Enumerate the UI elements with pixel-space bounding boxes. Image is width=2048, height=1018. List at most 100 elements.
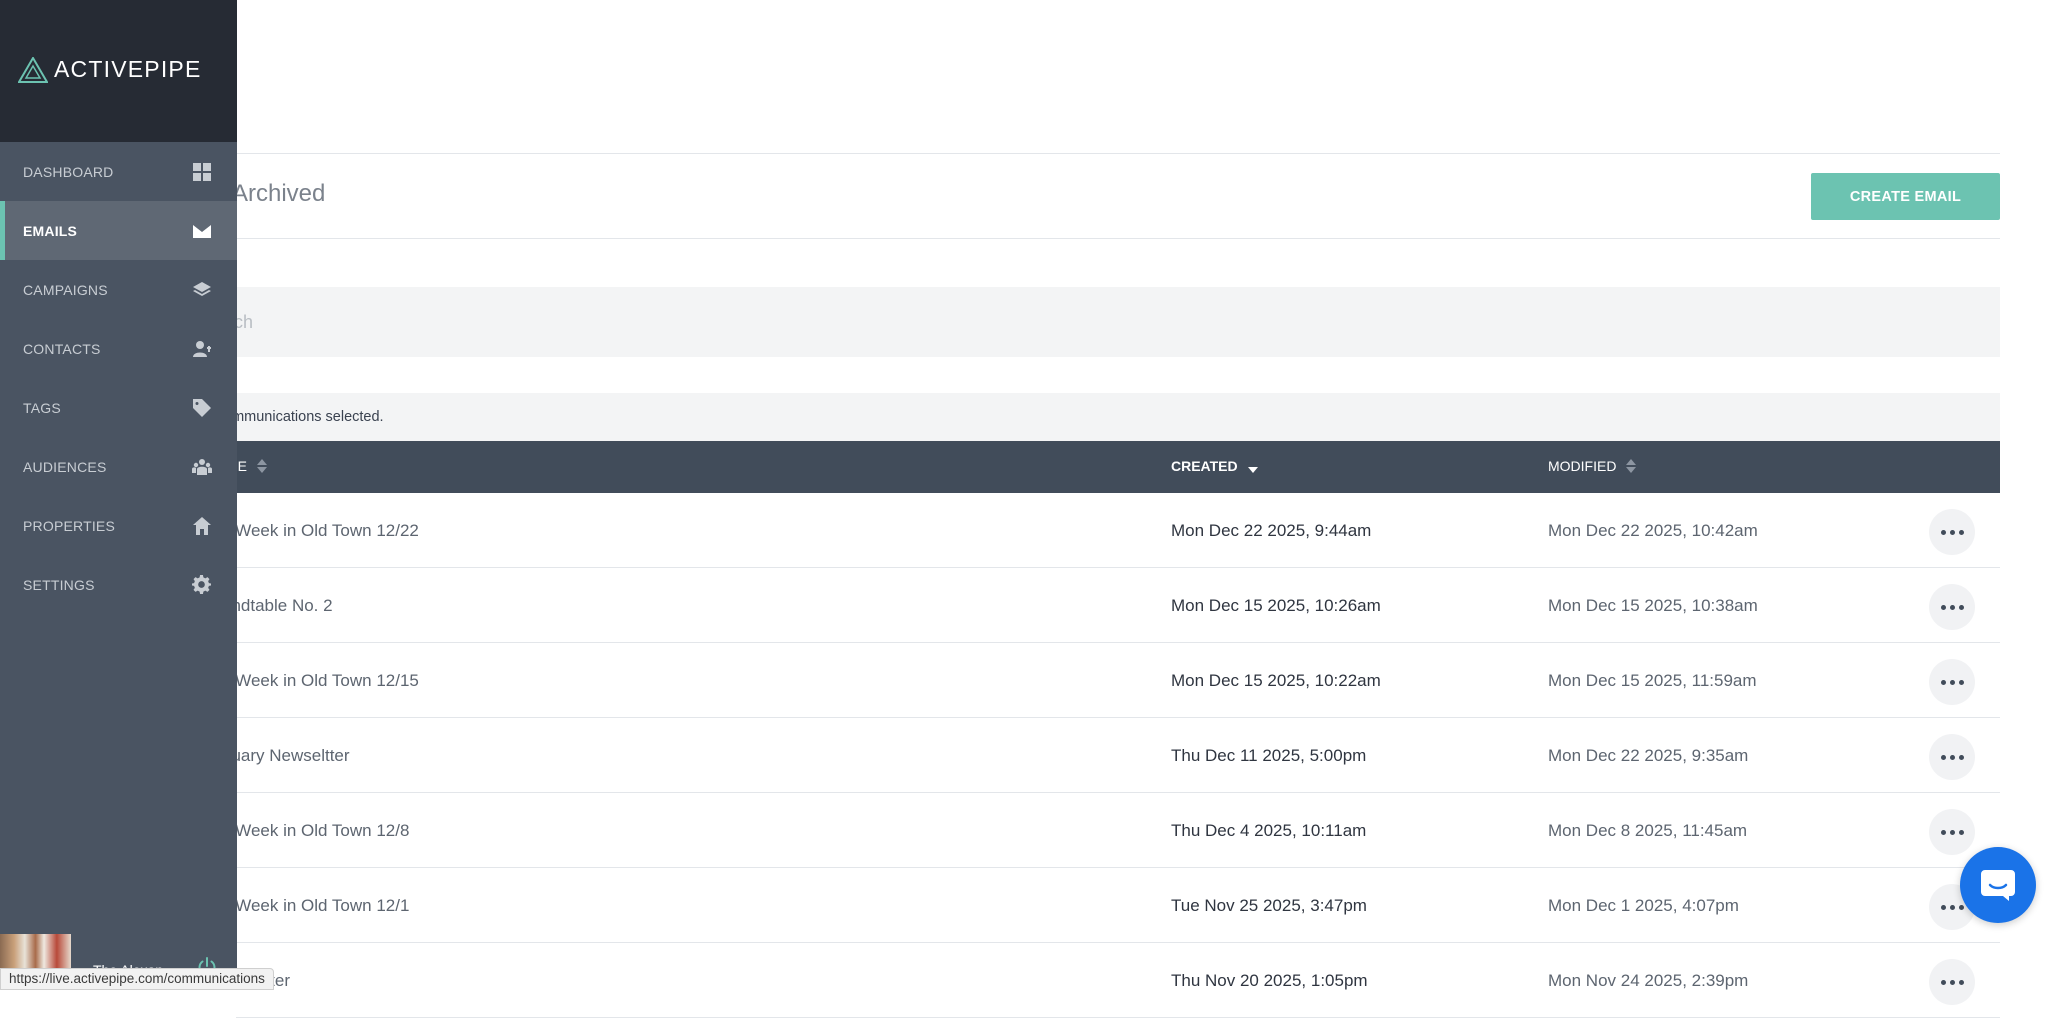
dot [1949,754,1955,760]
email-name[interactable]: s Week in Old Town 12/22 [222,521,419,541]
dot [1949,979,1955,985]
dot [1940,829,1946,835]
main-content: s Archived CREATE EMAIL ch ommunications… [0,0,2048,1018]
table-row[interactable]: s Week in Old Town 12/8 Thu Dec 4 2025, 1… [222,793,2000,868]
search-input[interactable] [236,287,2000,357]
tab-archived[interactable]: Archived [232,180,325,208]
chat-icon [1981,870,2015,901]
sidebar-item-label: EMAILS [23,222,78,239]
email-name[interactable]: undtable No. 2 [222,596,333,616]
table-row[interactable]: s Week in Old Town 12/22 Mon Dec 22 2025,… [222,493,2000,568]
selection-bar [236,393,2000,441]
more-options-button[interactable] [1929,959,1975,1005]
table-row[interactable]: s Week in Old Town 12/15 Mon Dec 15 2025,… [222,643,2000,718]
more-options-button[interactable] [1929,584,1975,630]
logo-triangle-icon [18,56,48,83]
dot [1940,979,1946,985]
sidebar-item-label: AUDIENCES [23,458,107,475]
more-options-button[interactable] [1929,659,1975,705]
created-date: Thu Dec 4 2025, 10:11am [1171,821,1367,840]
home-icon [191,515,213,537]
envelope-icon [191,220,213,242]
grid-icon [191,161,213,183]
table-row[interactable]: ewsletterThu Nov 20 2025, 1:05pmMon Nov … [222,943,2000,1018]
sidebar-item-dashboard[interactable]: DASHBOARD [0,142,237,201]
sidebar-item-emails[interactable]: EMAILS [0,201,237,260]
dot [1958,979,1964,985]
divider [236,153,2000,154]
created-date: Mon Dec 15 2025, 10:26am [1171,596,1381,615]
sidebar-item-label: CAMPAIGNS [23,281,108,298]
more-options-button[interactable] [1929,734,1975,780]
dot [1940,904,1946,910]
dot [1958,904,1964,910]
dot [1949,604,1955,610]
sidebar-item-label: PROPERTIES [23,517,115,534]
tag-icon [191,397,213,419]
sort-desc-icon [1247,459,1258,473]
created-date: Thu Nov 20 2025, 1:05pm [1171,971,1368,990]
email-name[interactable]: s Week in Old Town 12/15 [222,671,419,691]
logo-text: ACTIVEPIPE [54,56,202,82]
contacts-icon [191,338,213,360]
modified-date: Mon Dec 8 2025, 11:45am [1548,821,1748,840]
email-name[interactable]: nuary Newseltter [222,746,350,766]
gear-icon [191,574,213,596]
dot [1940,604,1946,610]
audience-icon [191,456,213,478]
dot [1949,829,1955,835]
column-header-created[interactable]: CREATED [1171,458,1258,474]
more-options-button[interactable] [1929,509,1975,555]
dot [1940,529,1946,535]
sidebar-item-settings[interactable]: SETTINGS [0,555,237,614]
sidebar-item-label: SETTINGS [23,576,95,593]
sidebar-header: ACTIVEPIPE [0,0,237,142]
dot [1958,679,1964,685]
selection-count-text: ommunications selected. [224,409,384,425]
email-name[interactable]: s Week in Old Town 12/8 [222,821,409,841]
table-row[interactable]: nuary Newseltter Thu Dec 11 2025, 5:00pm M… [222,718,2000,793]
created-date: Tue Nov 25 2025, 3:47pm [1171,896,1367,915]
modified-date: Mon Dec 22 2025, 9:35am [1548,746,1749,765]
sidebar-item-label: DASHBOARD [23,163,114,180]
created-date: Thu Dec 11 2025, 5:00pm [1171,746,1367,765]
dot [1949,679,1955,685]
sidebar-item-contacts[interactable]: CONTACTS [0,319,237,378]
created-date: Mon Dec 22 2025, 9:44am [1171,521,1372,540]
dot [1958,754,1964,760]
create-email-button[interactable]: CREATE EMAIL [1811,173,2000,220]
column-header-created-label: CREATED [1171,458,1238,474]
sidebar-item-audiences[interactable]: AUDIENCES [0,437,237,496]
divider [236,238,2000,239]
dot [1949,529,1955,535]
table-row[interactable]: s Week in Old Town 12/1 Tue Nov 25 2025, … [222,868,2000,943]
chat-widget-button[interactable] [1960,847,2036,923]
dot [1949,904,1955,910]
dot [1958,529,1964,535]
modified-date: Mon Dec 15 2025, 11:59am [1548,671,1757,690]
column-header-modified-label: MODIFIED [1548,458,1617,474]
modified-date: Mon Dec 1 2025, 4:07pm [1548,896,1739,915]
email-name[interactable]: s Week in Old Town 12/1 [222,896,409,916]
sort-icon [257,459,267,473]
activepipe-logo[interactable]: ACTIVEPIPE [18,56,201,83]
table-row[interactable]: undtable No. 2 Mon Dec 15 2025, 10:26am Mo… [222,568,2000,643]
sidebar-item-campaigns[interactable]: CAMPAIGNS [0,260,237,319]
sidebar-item-tags[interactable]: TAGS [0,378,237,437]
more-options-button[interactable] [1929,809,1975,855]
sidebar-item-label: CONTACTS [23,340,101,357]
dot [1958,829,1964,835]
sidebar-item-label: TAGS [23,399,61,416]
sort-icon [1626,459,1637,473]
modified-date: Mon Dec 15 2025, 10:38am [1548,596,1758,615]
sidebar-nav: DASHBOARD EMAILS CAMPAIGNS CONTACTS TAGS… [0,142,237,614]
table-header [236,441,2000,493]
dot [1958,604,1964,610]
sidebar: ACTIVEPIPE DASHBOARD EMAILS CAMPAIGNS CO… [0,0,237,990]
column-header-modified[interactable]: MODIFIED [1548,458,1637,474]
sidebar-item-properties[interactable]: PROPERTIES [0,496,237,555]
dot [1940,679,1946,685]
dot [1940,754,1946,760]
created-date: Mon Dec 15 2025, 10:22am [1171,671,1381,690]
status-bar-url: https://live.activepipe.com/communicatio… [0,968,274,990]
